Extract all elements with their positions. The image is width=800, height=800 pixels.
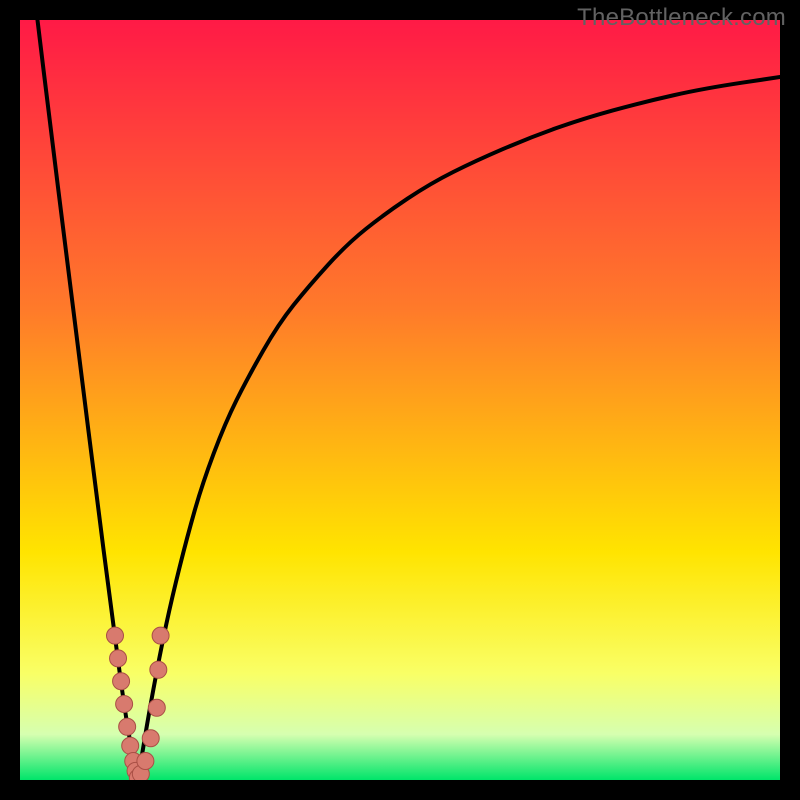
data-marker: [137, 753, 154, 770]
chart-svg: [20, 20, 780, 780]
data-marker: [110, 650, 127, 667]
data-marker: [142, 730, 159, 747]
data-marker: [116, 696, 133, 713]
bottleneck-curve-chart: [20, 20, 780, 780]
watermark-label: TheBottleneck.com: [577, 4, 786, 32]
chart-background: [20, 20, 780, 780]
data-marker: [122, 737, 139, 754]
data-marker: [150, 661, 167, 678]
data-marker: [152, 627, 169, 644]
data-marker: [119, 718, 136, 735]
data-marker: [107, 627, 124, 644]
data-marker: [148, 699, 165, 716]
data-marker: [113, 673, 130, 690]
chart-frame: TheBottleneck.com: [0, 0, 800, 800]
